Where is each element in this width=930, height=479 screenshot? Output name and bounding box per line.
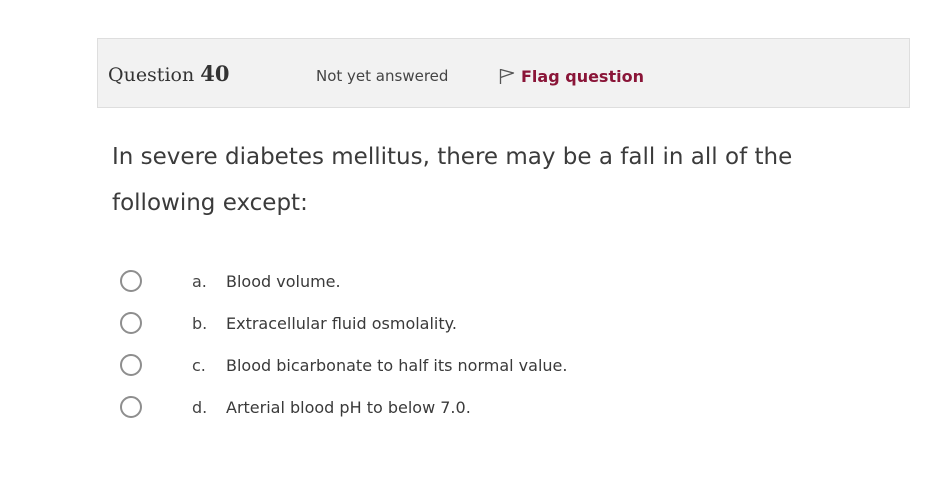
answer-status: Not yet answered <box>316 67 449 85</box>
answer-list: a. Blood volume. b. Extracellular fluid … <box>118 260 818 428</box>
answer-letter: a. <box>192 271 207 291</box>
question-text: In severe diabetes mellitus, there may b… <box>112 144 793 216</box>
answer-letter: b. <box>192 313 208 333</box>
answer-letter: c. <box>192 355 206 375</box>
question-info-box: Question 40 Not yet answered Flag questi… <box>97 38 910 108</box>
answer-option-d[interactable]: d. Arterial blood pH to below 7.0. <box>118 386 818 428</box>
answer-text[interactable]: Arterial blood pH to below 7.0. <box>226 398 471 417</box>
flag-question-label: Flag question <box>521 66 644 86</box>
answer-option-b[interactable]: b. Extracellular fluid osmolality. <box>118 302 818 344</box>
answer-option-a[interactable]: a. Blood volume. <box>118 260 818 302</box>
radio-button-d[interactable] <box>120 396 142 418</box>
question-title: Question 40 <box>108 61 229 86</box>
flag-outline-icon <box>498 67 516 85</box>
question-label: Question <box>108 64 195 86</box>
answer-text[interactable]: Blood bicarbonate to half its normal val… <box>226 356 567 375</box>
answer-option-c[interactable]: c. Blood bicarbonate to half its normal … <box>118 344 818 386</box>
answer-text[interactable]: Extracellular fluid osmolality. <box>226 314 457 333</box>
answer-letter: d. <box>192 397 208 417</box>
question-number: 40 <box>200 61 230 86</box>
answer-text[interactable]: Blood volume. <box>226 272 341 291</box>
flag-question-button[interactable]: Flag question <box>498 64 644 88</box>
radio-button-c[interactable] <box>120 354 142 376</box>
radio-button-a[interactable] <box>120 270 142 292</box>
radio-button-b[interactable] <box>120 312 142 334</box>
